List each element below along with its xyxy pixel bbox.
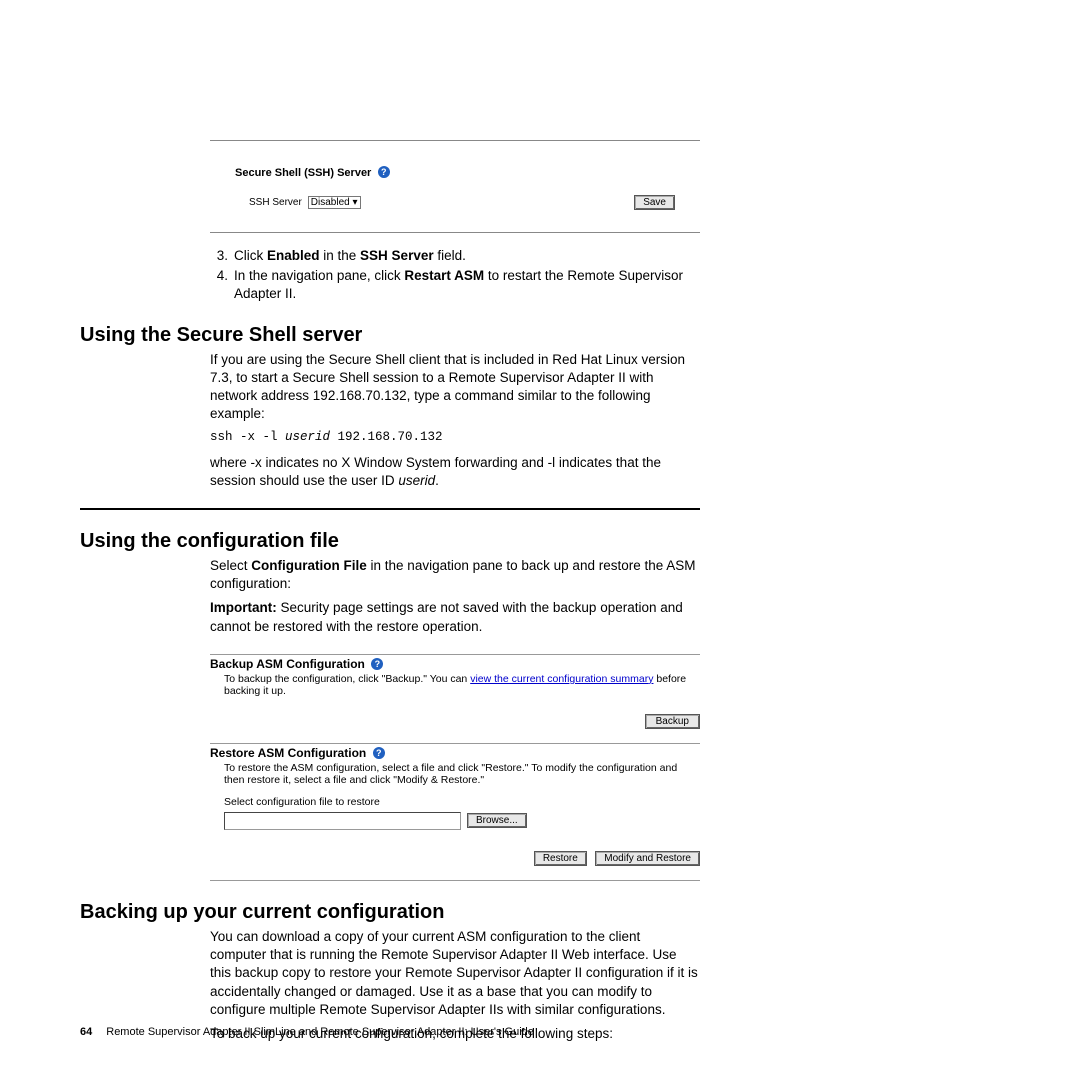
- page-number: 64: [80, 1026, 92, 1038]
- browse-button[interactable]: Browse...: [467, 813, 527, 828]
- sec3-p1: You can download a copy of your current …: [210, 928, 700, 1019]
- save-button[interactable]: Save: [634, 195, 675, 210]
- backup-desc: To backup the configuration, click "Back…: [224, 673, 700, 697]
- sec1-p1: If you are using the Secure Shell client…: [210, 351, 700, 424]
- sec1-p2: where -x indicates no X Window System fo…: [210, 454, 700, 490]
- config-summary-link[interactable]: view the current configuration summary: [470, 673, 653, 685]
- modify-restore-button[interactable]: Modify and Restore: [595, 851, 700, 866]
- heading-secure-shell: Using the Secure Shell server: [80, 324, 1000, 347]
- restore-desc: To restore the ASM configuration, select…: [224, 762, 700, 786]
- restore-file-input[interactable]: [224, 812, 461, 830]
- backup-button[interactable]: Backup: [645, 714, 700, 729]
- ssh-command: ssh -x -l userid 192.168.70.132: [210, 430, 700, 444]
- section-divider: [80, 508, 700, 510]
- backup-title: Backup ASM Configuration: [210, 657, 365, 671]
- config-file-screenshot: Backup ASM Configuration ? To backup the…: [210, 654, 700, 881]
- ssh-panel-title: Secure Shell (SSH) Server: [235, 167, 371, 179]
- page-footer: 64 Remote Supervisor Adapter II SlimLine…: [80, 1026, 534, 1038]
- ssh-server-select[interactable]: Disabled ▾: [308, 196, 361, 209]
- help-icon[interactable]: ?: [371, 658, 383, 670]
- help-icon[interactable]: ?: [378, 166, 390, 178]
- restore-button[interactable]: Restore: [534, 851, 587, 866]
- sec2-p1: Select Configuration File in the navigat…: [210, 557, 700, 593]
- step-4: 4. In the navigation pane, click Restart…: [80, 267, 1000, 303]
- ssh-server-label: SSH Server: [249, 197, 302, 208]
- ssh-panel-screenshot: Secure Shell (SSH) Server ? SSH Server D…: [210, 140, 700, 233]
- restore-file-label: Select configuration file to restore: [224, 796, 700, 808]
- restore-title: Restore ASM Configuration: [210, 746, 366, 760]
- heading-backing-up: Backing up your current configuration: [80, 901, 1000, 924]
- footer-title: Remote Supervisor Adapter II SlimLine an…: [106, 1026, 534, 1038]
- sec2-important: Important: Security page settings are no…: [210, 599, 700, 635]
- step-3: 3. Click Enabled in the SSH Server field…: [80, 247, 1000, 265]
- heading-config-file: Using the configuration file: [80, 530, 1000, 553]
- help-icon[interactable]: ?: [373, 747, 385, 759]
- step-list: 3. Click Enabled in the SSH Server field…: [80, 247, 1000, 304]
